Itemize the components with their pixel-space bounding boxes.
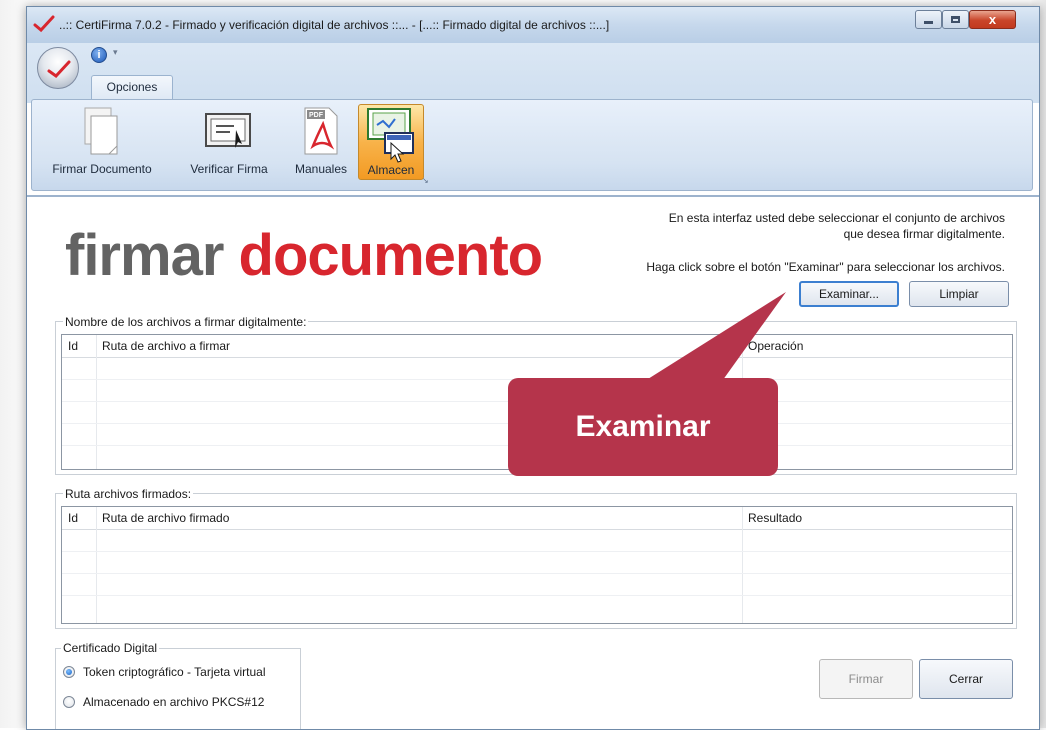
manuales-label: Manuales: [294, 162, 348, 176]
column-header-ruta: Ruta de archivo a firmar: [102, 339, 231, 353]
maximize-button[interactable]: [942, 10, 969, 29]
minimize-icon: [924, 21, 933, 24]
certificate-group-label: Certificado Digital: [61, 641, 160, 655]
radio-pkcs12-label[interactable]: Almacenado en archivo PKCS#12: [83, 695, 264, 709]
limpiar-button[interactable]: Limpiar: [909, 281, 1009, 307]
close-icon: x: [988, 12, 997, 27]
dialog-launcher-icon[interactable]: ↘: [422, 176, 429, 185]
info-icon[interactable]: i: [91, 47, 107, 63]
firmar-documento-label: Firmar Documento: [52, 162, 152, 176]
examinar-callout: Examinar: [508, 378, 778, 476]
instruction-line-2: que desea firmar digitalmente.: [843, 227, 1005, 241]
grid-row-line: [62, 551, 1012, 552]
column-header-id: Id: [68, 339, 79, 353]
column-header-ruta-firmado: Ruta de archivo firmado: [102, 511, 230, 525]
signed-grid-header: Id Ruta de archivo firmado Resultado: [62, 507, 1012, 530]
close-button[interactable]: x: [969, 10, 1016, 29]
firmar-documento-button[interactable]: Firmar Documento: [42, 104, 162, 176]
column-header-operacion: Operación: [748, 339, 804, 353]
tab-opciones[interactable]: Opciones: [91, 75, 173, 99]
radio-pkcs12[interactable]: [63, 696, 75, 708]
maximize-icon: [951, 16, 960, 23]
checkmark-icon: [47, 60, 71, 78]
pdf-badge: PDF: [309, 112, 324, 119]
column-header-resultado: Resultado: [748, 511, 803, 525]
signed-files-grid[interactable]: Id Ruta de archivo firmado Resultado: [61, 506, 1013, 624]
store-icon: [367, 108, 414, 163]
grid-divider: [742, 507, 743, 623]
ribbon-header: [27, 43, 1039, 103]
grid-divider: [96, 335, 97, 469]
radio-token[interactable]: [63, 666, 75, 678]
ribbon-panel: Firmar Documento Verificar Firma PDF Man…: [31, 99, 1033, 191]
certificate-icon: [205, 113, 251, 148]
application-menu-orb[interactable]: [37, 47, 79, 89]
instruction-line-1: En esta interfaz usted debe seleccionar …: [668, 211, 1005, 225]
almacen-label: Almacen: [367, 163, 415, 177]
document-icon: [84, 107, 118, 155]
page-title: firmar documento: [65, 227, 543, 285]
cerrar-button[interactable]: Cerrar: [919, 659, 1013, 699]
pdf-icon: PDF: [304, 107, 338, 155]
radio-token-label[interactable]: Token criptográfico - Tarjeta virtual: [83, 665, 266, 679]
page-title-part1: firmar: [65, 223, 224, 288]
grid-row-line: [62, 595, 1012, 596]
signed-files-label: Ruta archivos firmados:: [63, 487, 194, 501]
manuales-button[interactable]: PDF Manuales: [288, 104, 354, 176]
instruction-line-3: Haga click sobre el botón "Examinar" par…: [646, 260, 1005, 274]
verificar-firma-label: Verificar Firma: [190, 162, 268, 176]
certificate-group: [55, 648, 301, 729]
page-title-part2: documento: [238, 223, 544, 288]
title-bar: ..:: CertiFirma 7.0.2 - Firmado y verifi…: [27, 7, 1039, 43]
column-header-id: Id: [68, 511, 79, 525]
callout-text: Examinar: [575, 410, 711, 443]
minimize-button[interactable]: [915, 10, 942, 29]
files-to-sign-label: Nombre de los archivos a firmar digitalm…: [63, 315, 309, 329]
firmar-button[interactable]: Firmar: [819, 659, 913, 699]
verificar-firma-button[interactable]: Verificar Firma: [178, 104, 280, 176]
almacen-button[interactable]: Almacen: [358, 104, 424, 180]
app-window: ..:: CertiFirma 7.0.2 - Firmado y verifi…: [26, 6, 1040, 730]
examinar-button[interactable]: Examinar...: [799, 281, 899, 307]
checkmark-icon: [33, 15, 55, 33]
window-title: ..:: CertiFirma 7.0.2 - Firmado y verifi…: [59, 18, 610, 32]
quick-access-dropdown-icon[interactable]: ▾: [113, 47, 118, 58]
grid-divider: [96, 507, 97, 623]
grid-row-line: [62, 573, 1012, 574]
files-grid-header: Id Ruta de archivo a firmar Operación: [62, 335, 1012, 358]
